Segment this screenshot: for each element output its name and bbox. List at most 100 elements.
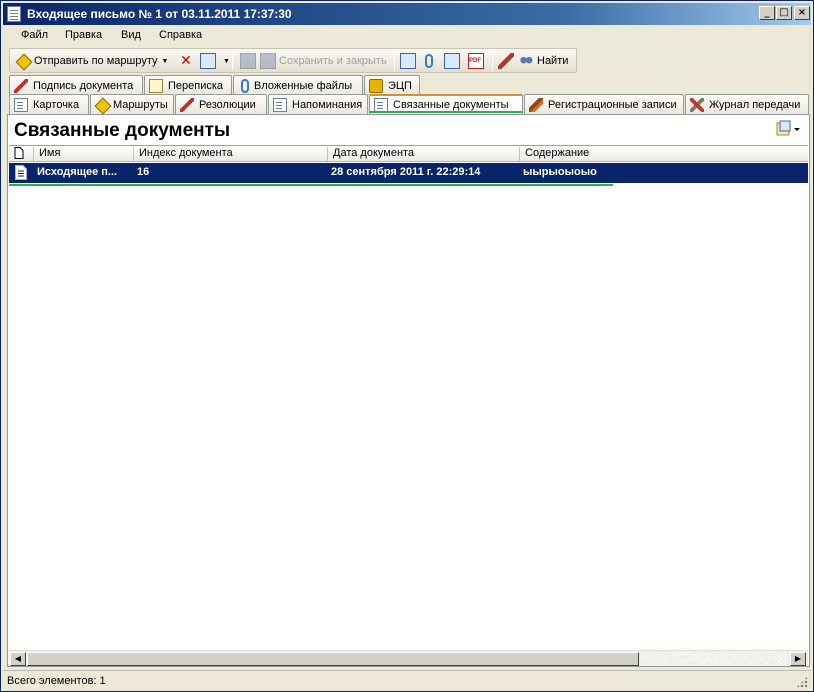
document-window: Входящее письмо № 1 от 03.11.2011 17:37:… bbox=[0, 0, 814, 692]
status-bar: Всего элементов: 1 bbox=[3, 670, 811, 690]
chevron-down-icon[interactable]: ▼ bbox=[223, 58, 230, 65]
pen-icon bbox=[14, 78, 28, 93]
route-icon bbox=[15, 53, 33, 71]
toolbar: Отправить по маршруту ▼ ✕ ▼ Сохранить и … bbox=[9, 48, 577, 73]
find-button[interactable]: Найти bbox=[518, 52, 568, 70]
tab-label: Журнал передачи bbox=[709, 98, 801, 111]
chevron-down-icon[interactable]: ▼ bbox=[162, 58, 169, 65]
save-icon bbox=[240, 53, 256, 69]
toolbar-separator bbox=[232, 53, 233, 70]
tab-label: ЭЦП bbox=[388, 79, 412, 92]
maximize-button[interactable]: □ bbox=[776, 6, 792, 20]
tab-label: Напоминания bbox=[292, 98, 363, 111]
scroll-track[interactable] bbox=[641, 652, 787, 666]
card-icon bbox=[14, 97, 28, 112]
envelope-icon bbox=[149, 78, 163, 93]
route-icon bbox=[94, 97, 112, 114]
resize-grip-icon[interactable] bbox=[796, 676, 808, 688]
tab-document-signature[interactable]: Подпись документа bbox=[9, 75, 143, 95]
tab-label: Карточка bbox=[33, 98, 80, 111]
tab-label: Регистрационные записи bbox=[548, 98, 677, 111]
tab-reminders[interactable]: Напоминания bbox=[268, 94, 368, 114]
linked-documents-table: Имя Индекс документа Дата документа Соде… bbox=[9, 145, 808, 650]
cell-date: 28 сентября 2011 г. 22:29:14 bbox=[331, 166, 481, 178]
linked-docs-icon bbox=[374, 98, 388, 112]
tab-label: Маршруты bbox=[113, 98, 168, 111]
toolbar-separator bbox=[394, 53, 395, 70]
pencil-icon bbox=[498, 53, 514, 69]
pdf-icon bbox=[468, 53, 484, 69]
lock-icon bbox=[369, 78, 383, 93]
window-title: Входящее письмо № 1 от 03.11.2011 17:37:… bbox=[27, 7, 292, 21]
tabs-row-1: Подпись документа Переписка Вложенные фа… bbox=[3, 75, 811, 95]
print-button[interactable] bbox=[444, 52, 463, 70]
item-count: Всего элементов: 1 bbox=[7, 675, 106, 687]
tab-label: Резолюции bbox=[199, 98, 256, 111]
linked-documents-panel: Связанные документы Имя Индекс документа… bbox=[7, 114, 810, 667]
save-close-button[interactable]: Сохранить и закрыть bbox=[260, 52, 387, 70]
save-button[interactable] bbox=[240, 52, 259, 70]
delete-button[interactable]: ✕ bbox=[178, 52, 197, 70]
page-title: Связанные документы bbox=[14, 120, 231, 141]
scroll-left-button[interactable]: ◀ bbox=[10, 652, 26, 666]
tools-icon bbox=[690, 97, 704, 112]
tab-transfer-log[interactable]: Журнал передачи bbox=[685, 94, 809, 114]
minimize-button[interactable]: _ bbox=[759, 6, 775, 20]
document-app-icon bbox=[7, 6, 21, 22]
cell-content: ыырыоыоыо bbox=[523, 166, 597, 178]
binoculars-icon bbox=[518, 53, 534, 69]
find-label: Найти bbox=[537, 55, 569, 67]
reminder-icon bbox=[273, 97, 287, 112]
brush-icon bbox=[529, 97, 543, 112]
tab-correspondence[interactable]: Переписка bbox=[144, 75, 232, 95]
row-highlight-underline bbox=[9, 184, 613, 186]
cell-name: Исходящее п... bbox=[37, 166, 118, 178]
tab-label: Подпись документа bbox=[33, 79, 134, 92]
send-route-button[interactable]: Отправить по маршруту ▼ bbox=[15, 52, 169, 71]
export-pdf-button[interactable] bbox=[468, 52, 487, 70]
menu-file[interactable]: Файл bbox=[21, 29, 48, 41]
cell-index: 16 bbox=[137, 166, 150, 178]
horizontal-scrollbar[interactable]: ◀ ▶ bbox=[9, 650, 808, 666]
toolbar-separator bbox=[492, 53, 493, 70]
column-type-icon[interactable] bbox=[9, 147, 33, 161]
menu-help[interactable]: Справка bbox=[159, 29, 202, 41]
tab-card[interactable]: Карточка bbox=[9, 94, 89, 114]
active-tab-underline bbox=[369, 111, 523, 113]
menu-edit[interactable]: Правка bbox=[65, 29, 102, 41]
menu-bar: Файл Правка Вид Справка bbox=[3, 26, 811, 46]
column-name[interactable]: Имя bbox=[33, 147, 133, 161]
title-bar[interactable]: Входящее письмо № 1 от 03.11.2011 17:37:… bbox=[3, 3, 811, 25]
document-icon bbox=[15, 165, 27, 183]
attach-button[interactable] bbox=[422, 52, 436, 70]
scan-icon bbox=[400, 53, 416, 69]
scroll-thumb[interactable] bbox=[27, 652, 639, 666]
column-index[interactable]: Индекс документа bbox=[133, 147, 327, 161]
scan-button[interactable] bbox=[400, 52, 419, 70]
send-route-label: Отправить по маршруту bbox=[34, 55, 158, 67]
close-button[interactable]: × bbox=[794, 6, 810, 20]
tab-routes[interactable]: Маршруты bbox=[90, 94, 174, 114]
new-document-button[interactable]: ▼ bbox=[200, 52, 230, 70]
column-content[interactable]: Содержание bbox=[519, 147, 808, 161]
tab-attached-files[interactable]: Вложенные файлы bbox=[233, 75, 363, 95]
tab-label: Связанные документы bbox=[393, 99, 509, 111]
tab-resolutions[interactable]: Резолюции bbox=[175, 94, 267, 114]
tab-registration-records[interactable]: Регистрационные записи bbox=[524, 94, 684, 114]
new-document-icon bbox=[200, 53, 216, 69]
resolution-icon bbox=[180, 97, 194, 112]
scroll-right-button[interactable]: ▶ bbox=[790, 652, 806, 666]
print-icon bbox=[444, 53, 460, 69]
tab-label: Вложенные файлы bbox=[254, 79, 353, 92]
table-row[interactable]: Исходящее п... 16 28 сентября 2011 г. 22… bbox=[9, 163, 808, 183]
table-header: Имя Индекс документа Дата документа Соде… bbox=[9, 146, 808, 162]
paperclip-icon bbox=[241, 78, 249, 93]
tab-digital-signature[interactable]: ЭЦП bbox=[364, 75, 420, 95]
paperclip-icon bbox=[425, 54, 433, 68]
save-close-icon bbox=[260, 53, 276, 69]
tab-label: Переписка bbox=[168, 79, 224, 92]
edit-button[interactable] bbox=[498, 52, 517, 70]
menu-view[interactable]: Вид bbox=[121, 29, 141, 41]
panel-options-icon[interactable] bbox=[775, 120, 801, 138]
column-date[interactable]: Дата документа bbox=[327, 147, 519, 161]
